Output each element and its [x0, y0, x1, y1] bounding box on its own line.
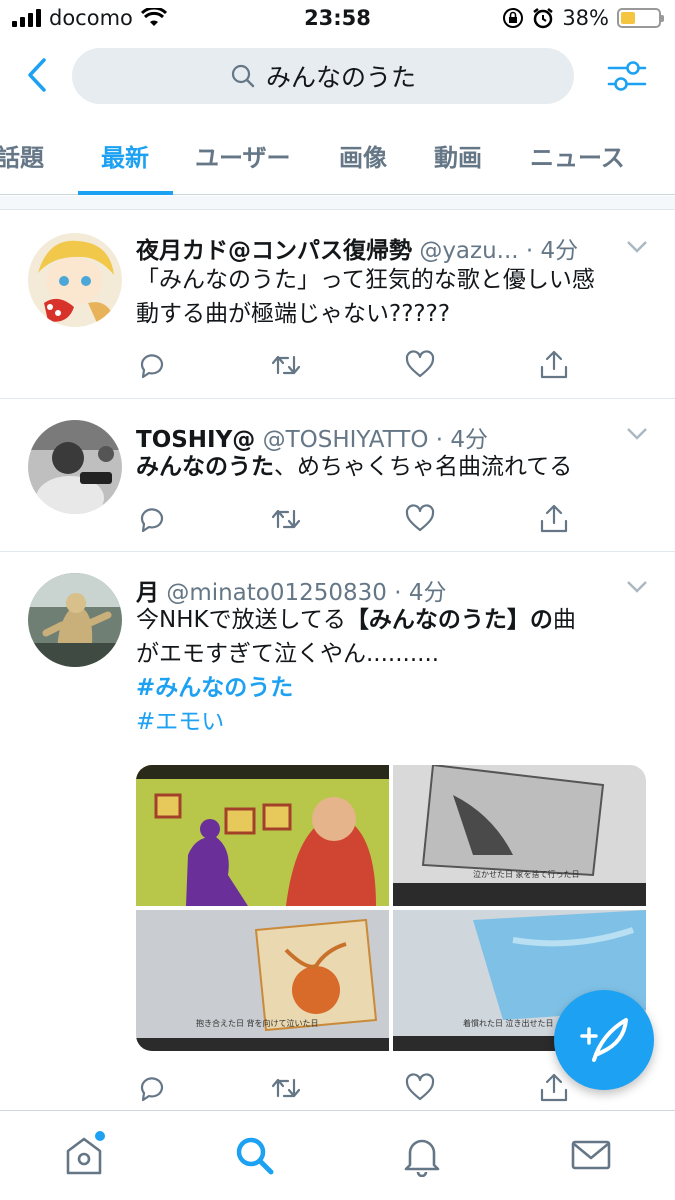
- alarm-icon: [533, 8, 554, 29]
- tab-users[interactable]: ユーザー: [195, 138, 291, 173]
- search-input[interactable]: みんなのうた: [72, 48, 574, 104]
- notification-dot: [95, 1131, 105, 1141]
- tweet-actions: [136, 503, 576, 539]
- compose-tweet-button[interactable]: [554, 990, 654, 1090]
- battery-icon: [617, 8, 664, 28]
- media-image[interactable]: [136, 765, 389, 906]
- svg-text:着慣れた日 泣き出せた日: 着慣れた日 泣き出せた日: [463, 1018, 554, 1028]
- media-image[interactable]: 抱き合えた日 背を向けて泣いた日: [136, 910, 389, 1051]
- tab-images[interactable]: 画像: [339, 138, 387, 173]
- share-icon[interactable]: [538, 503, 570, 535]
- tweet-header: TOSHIY@ @TOSHIYATTO · 4分: [136, 420, 488, 454]
- feather-plus-icon: [580, 1018, 628, 1062]
- display-name[interactable]: 夜月カド@コンパス復帰勢: [136, 238, 412, 264]
- chevron-down-icon[interactable]: [625, 239, 649, 255]
- tab-latest[interactable]: 最新: [101, 138, 149, 173]
- chevron-down-icon[interactable]: [625, 579, 649, 595]
- tweet-actions: [136, 1072, 576, 1108]
- user-handle[interactable]: @yazu...: [419, 238, 518, 264]
- bottom-tab-bar: [0, 1110, 675, 1200]
- hashtag-link[interactable]: #みんなのうた: [136, 671, 646, 705]
- retweet-icon[interactable]: [270, 1072, 302, 1104]
- tweet-header: 夜月カド@コンパス復帰勢 @yazu... · 4分: [136, 231, 578, 265]
- search-icon: [231, 64, 255, 88]
- tweet-text: みんなのうた、めちゃくちゃ名曲流れてる: [136, 454, 573, 480]
- tab-videos[interactable]: 動画: [434, 138, 482, 173]
- tab-topics[interactable]: 話題: [0, 138, 44, 173]
- svg-text:泣かせた日 家を捨て行った日: 泣かせた日 家を捨て行った日: [473, 869, 580, 879]
- like-icon[interactable]: [404, 503, 436, 535]
- avatar[interactable]: [28, 233, 122, 327]
- svg-text:抱き合えた日 背を向けて泣いた日: 抱き合えた日 背を向けて泣いた日: [196, 1018, 319, 1028]
- filter-settings-icon[interactable]: [605, 54, 649, 98]
- avatar[interactable]: [28, 573, 122, 667]
- tweet-time: · 4分: [525, 238, 579, 264]
- mail-icon[interactable]: [569, 1133, 613, 1177]
- retweet-icon[interactable]: [270, 503, 302, 535]
- tweet-header: 月 @minato01250830 · 4分: [136, 573, 447, 607]
- back-arrow-icon[interactable]: [18, 50, 58, 100]
- retweet-icon[interactable]: [270, 349, 302, 381]
- tweet-text: 「みんなのうた」って狂気的な歌と優しい感 動する曲が極端じゃない?????: [136, 267, 595, 327]
- search-icon[interactable]: [232, 1133, 276, 1177]
- media-image[interactable]: 泣かせた日 家を捨て行った日: [393, 765, 646, 906]
- active-tab-indicator: [78, 191, 173, 195]
- avatar[interactable]: [28, 420, 122, 514]
- reply-icon[interactable]: [136, 503, 168, 535]
- search-tabs: 話題 最新 ユーザー 画像 動画 ニュース: [0, 118, 675, 195]
- share-icon[interactable]: [538, 349, 570, 381]
- tweet-actions: [136, 349, 576, 385]
- search-header: みんなのうた: [0, 38, 675, 116]
- reply-icon[interactable]: [136, 349, 168, 381]
- section-gap: [0, 196, 675, 210]
- battery-percent: 38%: [562, 6, 609, 30]
- orientation-lock-icon: [503, 8, 524, 28]
- tweet[interactable]: 夜月カド@コンパス復帰勢 @yazu... · 4分 「みんなのうた」って狂気的…: [0, 211, 675, 399]
- bell-icon[interactable]: [400, 1133, 444, 1177]
- tweet-text: 今NHKで放送してる【みんなのうた】の曲 がエモすぎて泣くやん.........…: [136, 603, 646, 739]
- like-icon[interactable]: [404, 349, 436, 381]
- search-query: みんなのうた: [265, 63, 416, 92]
- tab-news[interactable]: ニュース: [530, 138, 625, 173]
- chevron-down-icon[interactable]: [625, 426, 649, 442]
- hashtag-link[interactable]: #エモい: [136, 705, 646, 739]
- reply-icon[interactable]: [136, 1072, 168, 1104]
- tweet[interactable]: TOSHIY@ @TOSHIYATTO · 4分 みんなのうた、めちゃくちゃ名曲…: [0, 400, 675, 552]
- status-bar: docomo 23:58 38%: [0, 0, 675, 38]
- like-icon[interactable]: [404, 1072, 436, 1104]
